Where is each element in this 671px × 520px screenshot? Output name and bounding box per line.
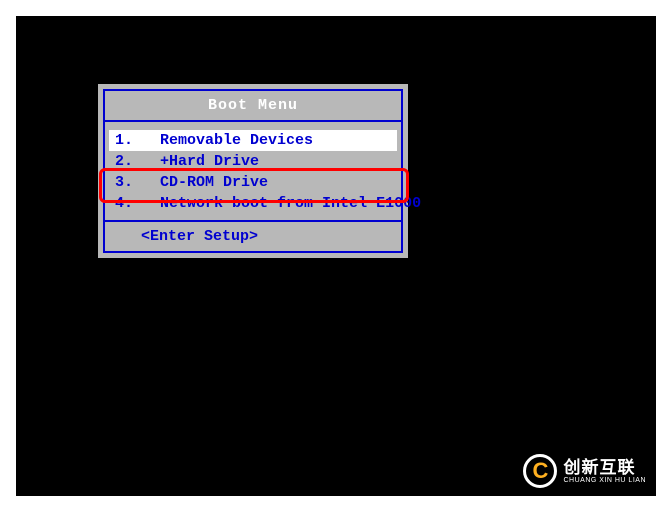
watermark-logo: C 创新互联 CHUANG XIN HU LIAN <box>523 454 646 488</box>
watermark-sub-text: CHUANG XIN HU LIAN <box>563 477 646 484</box>
boot-menu-title: Boot Menu <box>103 89 403 122</box>
boot-option-removable[interactable]: 1. Removable Devices <box>109 130 397 151</box>
watermark-main-text: 创新互联 <box>563 459 646 477</box>
boot-menu-body: 1. Removable Devices 2. +Hard Drive 3. C… <box>103 122 403 222</box>
bios-screen: Boot Menu 1. Removable Devices 2. +Hard … <box>16 16 656 496</box>
boot-menu-container: Boot Menu 1. Removable Devices 2. +Hard … <box>98 84 408 258</box>
boot-option-hard-drive[interactable]: 2. +Hard Drive <box>109 151 397 172</box>
watermark-text: 创新互联 CHUANG XIN HU LIAN <box>563 459 646 484</box>
enter-setup-option[interactable]: <Enter Setup> <box>103 222 403 253</box>
watermark-icon: C <box>523 454 557 488</box>
boot-option-network[interactable]: 4. Network boot from Intel E1000 <box>109 193 397 214</box>
boot-option-cdrom[interactable]: 3. CD-ROM Drive <box>109 172 397 193</box>
